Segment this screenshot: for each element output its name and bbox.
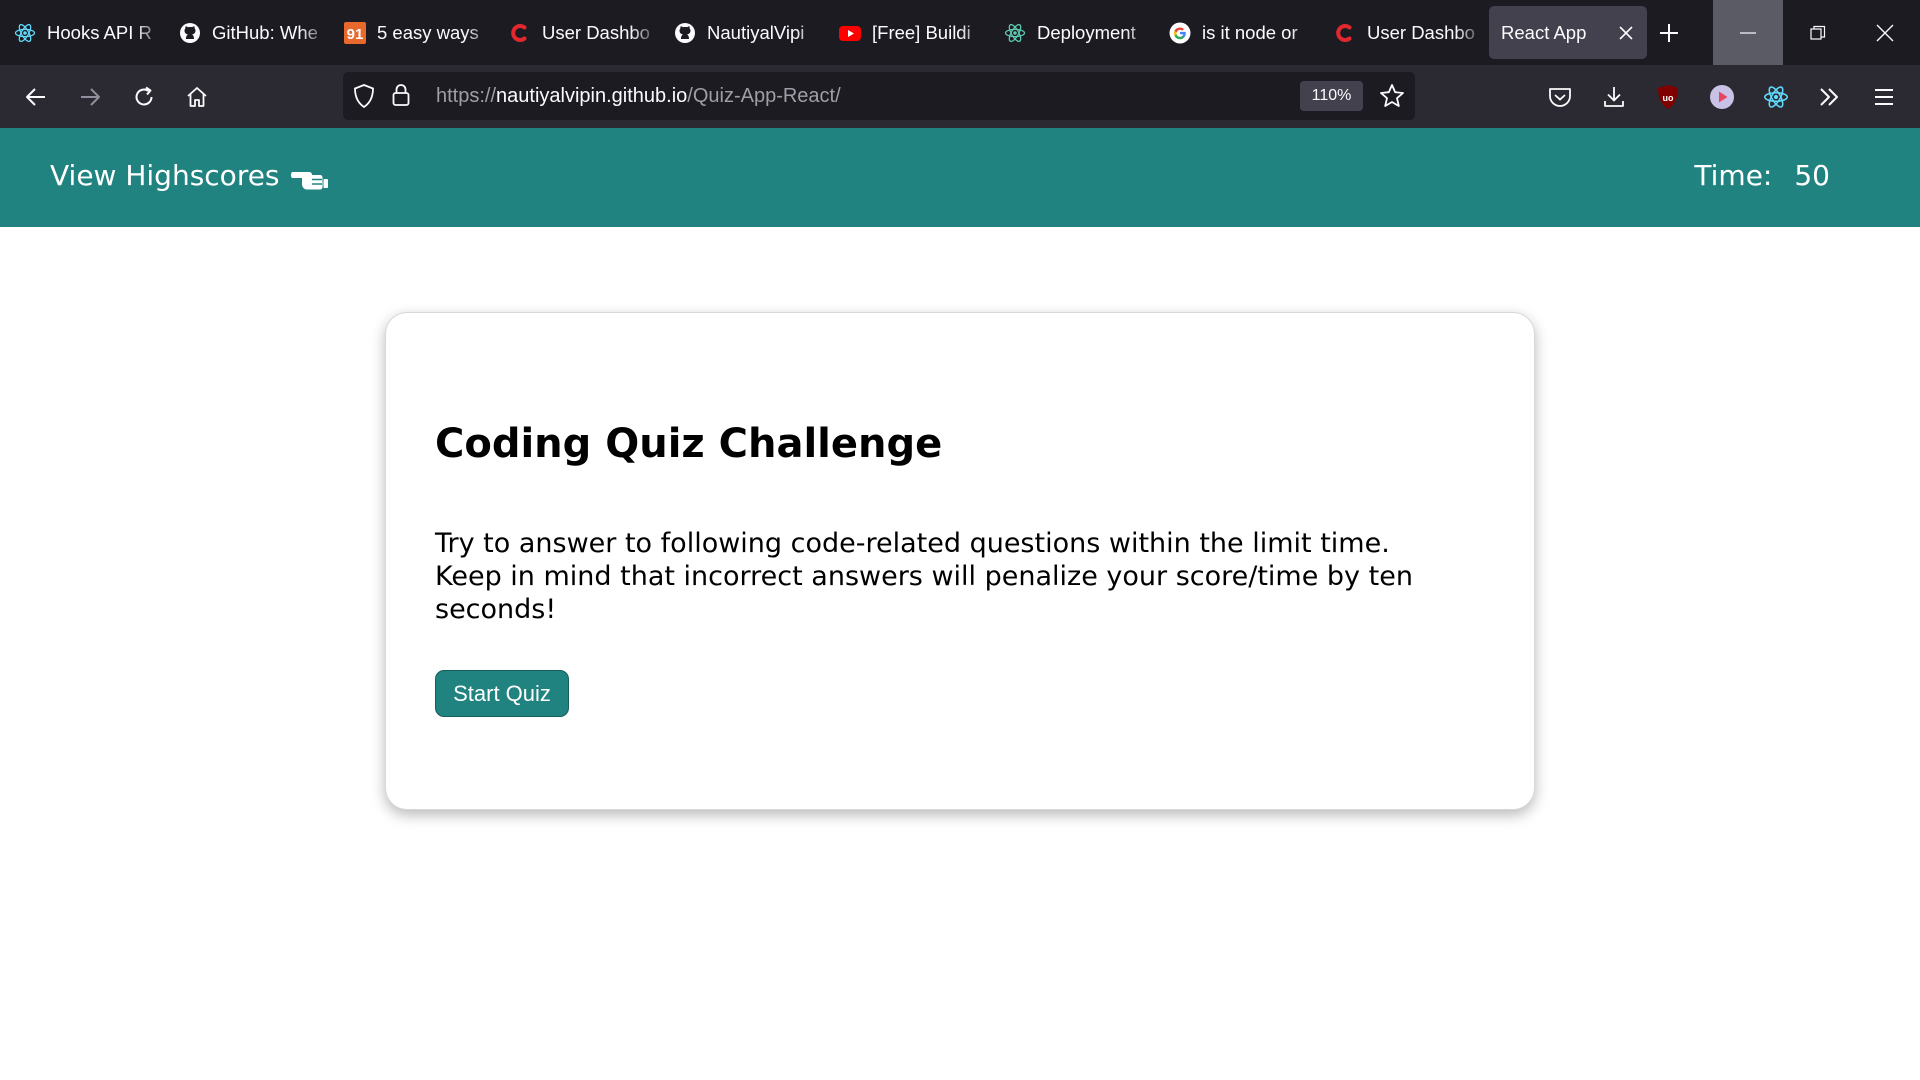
svg-text:uo: uo (1663, 93, 1674, 103)
timer-value: 50 (1794, 159, 1830, 192)
navigation-toolbar: https://nautiyalvipin.github.io/Quiz-App… (0, 65, 1920, 128)
tab-is-it-node[interactable]: is it node or (1155, 6, 1320, 59)
quiz-start-card: Coding Quiz Challenge Try to answer to f… (385, 312, 1535, 810)
app-header: View Highscores Time: 50 (0, 128, 1920, 227)
tab-title: User Dashbo (1367, 21, 1475, 43)
react-icon (1004, 22, 1026, 44)
close-window-button[interactable] (1850, 0, 1920, 65)
play-circle-icon (1710, 85, 1734, 109)
pointing-hand-icon (290, 161, 330, 191)
url-scheme: https:// (436, 84, 497, 107)
minimize-icon (1740, 31, 1756, 34)
url-text[interactable]: https://nautiyalvipin.github.io/Quiz-App… (436, 85, 841, 108)
home-button[interactable] (177, 77, 217, 117)
91-icon: 91 (344, 21, 366, 44)
tab-free-building[interactable]: [Free] Buildi (825, 6, 990, 59)
react-icon (1764, 86, 1788, 108)
restore-icon (1810, 25, 1826, 40)
google-icon (1169, 22, 1191, 44)
reload-button[interactable] (124, 77, 164, 117)
tab-title: Deployment (1037, 21, 1136, 43)
tab-hooks-api[interactable]: Hooks API R (0, 6, 165, 59)
c-logo-icon (509, 22, 531, 44)
react-icon (14, 22, 36, 44)
tab-title: NautiyalVipi (707, 21, 805, 43)
shield-icon[interactable] (353, 84, 375, 112)
new-tab-button[interactable] (1652, 16, 1686, 50)
tab-user-dashboard-2[interactable]: User Dashbo (1320, 6, 1485, 59)
ublock-icon: uo (1658, 85, 1678, 109)
pocket-button[interactable] (1540, 77, 1580, 117)
tab-user-dashboard-1[interactable]: User Dashbo (495, 6, 660, 59)
tab-strip: Hooks API R GitHub: Whe 91 5 easy ways U… (0, 0, 1920, 65)
download-icon (1604, 87, 1624, 107)
start-quiz-button[interactable]: Start Quiz (435, 670, 569, 717)
reload-icon (135, 86, 153, 106)
bookmark-star-icon[interactable] (1379, 83, 1405, 113)
tab-5-easy-ways[interactable]: 91 5 easy ways (330, 6, 495, 59)
pocket-icon (1549, 88, 1571, 107)
ublock-extension-button[interactable]: uo (1648, 77, 1688, 117)
app-menu-button[interactable] (1864, 77, 1904, 117)
forward-arrow-icon (81, 88, 100, 106)
tab-react-app[interactable]: React App (1489, 6, 1647, 59)
tab-title: is it node or (1202, 21, 1298, 43)
home-icon (187, 87, 207, 107)
close-tab-icon[interactable] (1615, 22, 1637, 44)
c-logo-icon (1334, 22, 1356, 44)
chevron-double-right-icon (1820, 88, 1838, 106)
hamburger-menu-icon (1875, 89, 1893, 105)
tab-title: React App (1501, 21, 1587, 43)
timer-label: Time: (1694, 159, 1773, 192)
player-extension-button[interactable] (1702, 77, 1742, 117)
highscores-label: View Highscores (50, 159, 280, 192)
youtube-icon (839, 22, 861, 44)
github-icon (674, 22, 696, 44)
timer-display: Time: 50 (1694, 159, 1830, 192)
view-highscores-link[interactable]: View Highscores (50, 159, 330, 192)
tab-title: [Free] Buildi (872, 21, 971, 43)
forward-button[interactable] (70, 77, 110, 117)
quiz-description: Try to answer to following code-related … (435, 528, 1413, 625)
url-host: nautiyalvipin.github.io (496, 84, 688, 107)
tab-github-whe[interactable]: GitHub: Whe (165, 6, 330, 59)
quiz-title: Coding Quiz Challenge (435, 421, 943, 467)
tab-nautiyalvipin[interactable]: NautiyalVipi (660, 6, 825, 59)
tab-badge: 91 (347, 26, 364, 43)
react-devtools-button[interactable] (1756, 77, 1796, 117)
back-button[interactable] (16, 77, 56, 117)
close-icon (1876, 24, 1894, 41)
url-path: /Quiz-App-React/ (687, 84, 841, 107)
tab-deployment[interactable]: Deployment (990, 6, 1155, 59)
lock-icon[interactable] (392, 83, 410, 111)
tab-title: GitHub: Whe (212, 21, 318, 43)
downloads-button[interactable] (1594, 77, 1634, 117)
more-tools-button[interactable] (1809, 77, 1849, 117)
tab-title: User Dashbo (542, 21, 650, 43)
back-arrow-icon (26, 88, 45, 106)
zoom-level-badge[interactable]: 110% (1300, 81, 1363, 111)
github-icon (179, 22, 201, 44)
restore-button[interactable] (1783, 0, 1853, 65)
tab-title: Hooks API R (47, 21, 152, 43)
address-bar[interactable]: https://nautiyalvipin.github.io/Quiz-App… (343, 72, 1415, 120)
plus-icon (1660, 24, 1678, 42)
minimize-button[interactable] (1713, 0, 1783, 65)
tab-title: 5 easy ways (377, 21, 479, 43)
